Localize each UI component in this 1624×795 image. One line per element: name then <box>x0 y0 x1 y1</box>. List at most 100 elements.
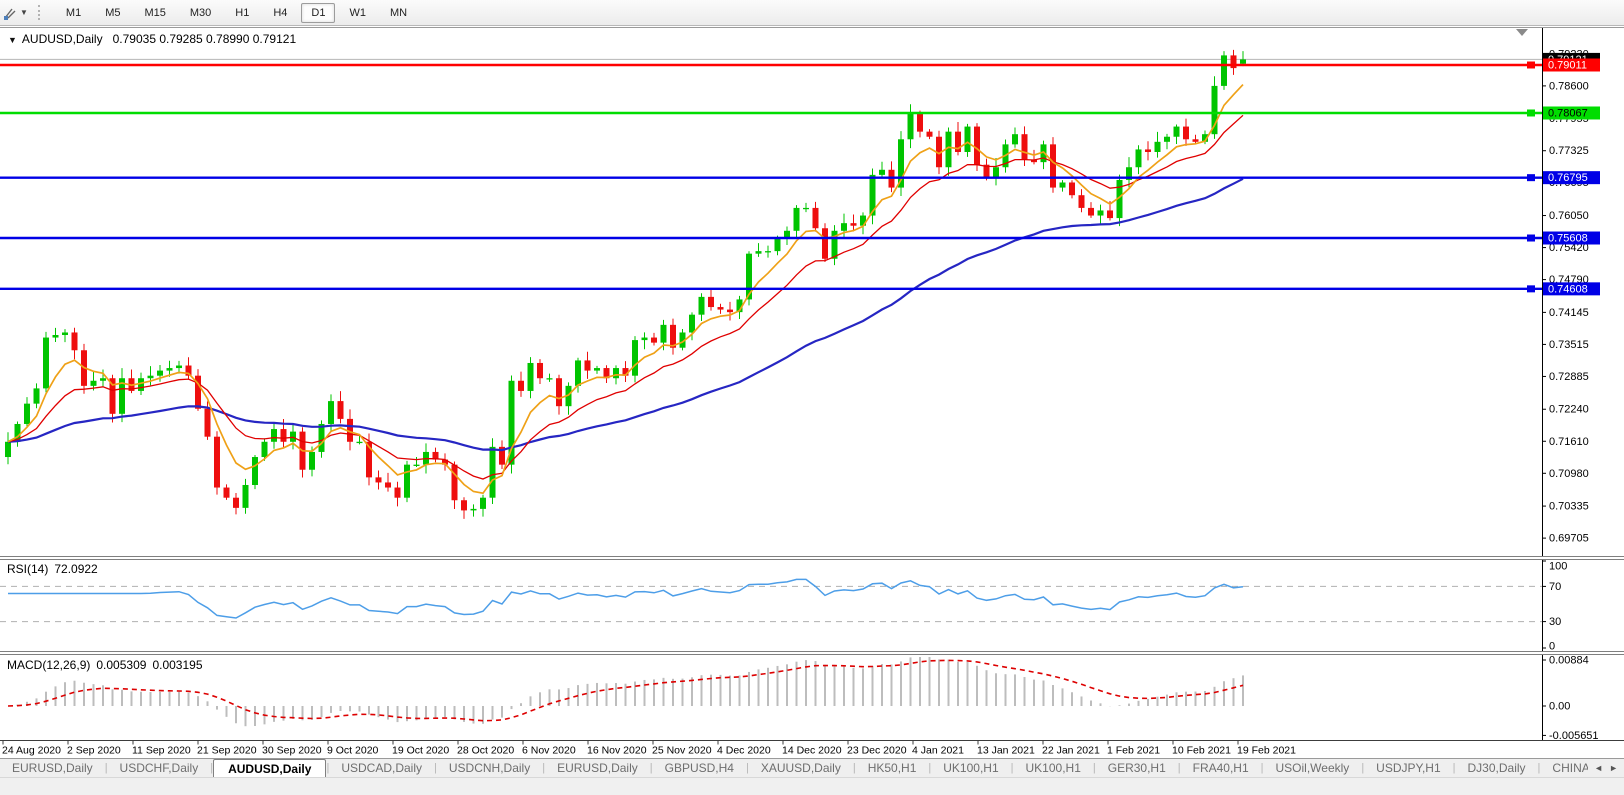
macd-indicator-label: MACD(12,26,9) 0.005309 0.003195 <box>7 658 203 672</box>
panel-separator[interactable] <box>0 651 1624 655</box>
svg-text:0.71610: 0.71610 <box>1549 436 1589 448</box>
chart-tab-uk100-h1[interactable]: UK100,H1 <box>1014 759 1093 777</box>
chart-tab-dj30-daily[interactable]: DJ30,Daily <box>1456 759 1538 777</box>
rsi-panel-chart[interactable]: 100 70 30 0 <box>0 560 1624 651</box>
svg-text:0.76795: 0.76795 <box>1548 172 1588 184</box>
chart-tab-usdcnh-daily[interactable]: USDCNH,Daily <box>437 759 542 777</box>
chart-tab-audusd-daily[interactable]: AUDUSD,Daily <box>213 759 327 777</box>
chart-tab-eurusd-daily[interactable]: EURUSD,Daily <box>0 759 105 777</box>
svg-text:23 Dec 2020: 23 Dec 2020 <box>847 745 907 757</box>
chart-tab-gbpusd-h4[interactable]: GBPUSD,H4 <box>653 759 746 777</box>
chart-tab-ger30-h1[interactable]: GER30,H1 <box>1096 759 1178 777</box>
candles <box>5 49 1246 519</box>
svg-text:25 Nov 2020: 25 Nov 2020 <box>652 745 712 757</box>
svg-text:0.79011: 0.79011 <box>1548 60 1587 72</box>
svg-text:6 Nov 2020: 6 Nov 2020 <box>522 745 576 757</box>
chart-tabs-bar: EURUSD,Daily | USDCHF,Daily | AUDUSD,Daily | U… <box>0 758 1624 777</box>
svg-text:0.74145: 0.74145 <box>1549 307 1589 319</box>
rsi-line <box>8 578 1244 619</box>
svg-text:1 Feb 2021: 1 Feb 2021 <box>1107 745 1160 757</box>
svg-text:22 Jan 2021: 22 Jan 2021 <box>1042 745 1100 757</box>
chart-tab-usoil-weekly[interactable]: USOil,Weekly <box>1264 759 1362 777</box>
period-button-m1[interactable]: M1 <box>56 3 91 23</box>
svg-text:70: 70 <box>1549 581 1561 593</box>
svg-text:0.78600: 0.78600 <box>1549 80 1589 92</box>
svg-text:16 Nov 2020: 16 Nov 2020 <box>587 745 647 757</box>
period-button-h4[interactable]: H4 <box>263 3 297 23</box>
svg-text:11 Sep 2020: 11 Sep 2020 <box>132 745 191 757</box>
time-axis[interactable]: 24 Aug 2020 2 Sep 2020 11 Sep 2020 21 Sep 2… <box>0 740 1624 758</box>
svg-text:4 Dec 2020: 4 Dec 2020 <box>717 745 771 757</box>
level-line-handle[interactable] <box>1527 234 1535 242</box>
chart-tab-usdcad-daily[interactable]: USDCAD,Daily <box>329 759 434 777</box>
svg-text:28 Oct 2020: 28 Oct 2020 <box>457 745 514 757</box>
period-button-h1[interactable]: H1 <box>225 3 259 23</box>
indicator-collapse-icon[interactable]: ▼ <box>8 35 17 45</box>
chart-tab-uk100-h1[interactable]: UK100,H1 <box>931 759 1010 777</box>
level-line-handle[interactable] <box>1527 61 1535 69</box>
level-line-handle[interactable] <box>1527 285 1535 293</box>
period-button-m15[interactable]: M15 <box>134 3 175 23</box>
chart-ohlc-values: 0.79035 0.79285 0.78990 0.79121 <box>112 32 297 46</box>
svg-text:0.72240: 0.72240 <box>1549 404 1589 416</box>
tabs-scroll-left-icon[interactable]: ◄ <box>1594 763 1603 773</box>
svg-text:0.78067: 0.78067 <box>1548 107 1588 119</box>
ma-slow-line <box>7 177 1244 452</box>
tabs-scroll-right-icon[interactable]: ► <box>1609 763 1618 773</box>
chart-symbol-label: AUDUSD,Daily <box>21 32 103 46</box>
period-button-w1[interactable]: W1 <box>339 3 376 23</box>
svg-text:0.74608: 0.74608 <box>1548 283 1588 295</box>
svg-text:0.77325: 0.77325 <box>1549 145 1589 157</box>
svg-text:0.76050: 0.76050 <box>1549 210 1589 222</box>
main-price-chart[interactable]: 0.792300.786000.779550.773250.766950.760… <box>0 28 1624 556</box>
period-button-d1[interactable]: D1 <box>301 2 336 23</box>
ma-mid-line <box>7 114 1244 480</box>
svg-text:24 Aug 2020: 24 Aug 2020 <box>2 745 61 757</box>
svg-text:19 Oct 2020: 19 Oct 2020 <box>392 745 449 757</box>
period-button-m30[interactable]: M30 <box>180 3 221 23</box>
period-button-m5[interactable]: M5 <box>95 3 130 23</box>
rsi-indicator-label: RSI(14) 72.0922 <box>7 562 98 576</box>
svg-text:9 Oct 2020: 9 Oct 2020 <box>327 745 379 757</box>
timeframe-buttons: M1 M5 M15 M30 H1 H4 D1 W1 MN <box>54 2 419 23</box>
status-bar <box>0 777 1624 795</box>
svg-text:21 Sep 2020: 21 Sep 2020 <box>197 745 257 757</box>
chart-tab-fra40-h1[interactable]: FRA40,H1 <box>1181 759 1261 777</box>
svg-text:0.70335: 0.70335 <box>1549 501 1589 513</box>
svg-text:0.73515: 0.73515 <box>1549 339 1589 351</box>
svg-text:0.70980: 0.70980 <box>1549 468 1589 480</box>
svg-text:30 Sep 2020: 30 Sep 2020 <box>262 745 322 757</box>
level-line-handle[interactable] <box>1527 174 1535 182</box>
period-button-mn[interactable]: MN <box>380 3 417 23</box>
svg-text:14 Dec 2020: 14 Dec 2020 <box>782 745 842 757</box>
svg-text:0.69705: 0.69705 <box>1549 533 1589 545</box>
top-toolbar: ▼ M1 M5 M15 M30 H1 H4 D1 W1 MN <box>0 0 1624 26</box>
svg-text:0.75608: 0.75608 <box>1548 233 1588 245</box>
svg-text:19 Feb 2021: 19 Feb 2021 <box>1237 745 1296 757</box>
toolbar-grip[interactable] <box>37 5 44 20</box>
chart-tabs: EURUSD,Daily | USDCHF,Daily | AUDUSD,Daily | U… <box>0 759 1588 777</box>
macd-panel-chart[interactable]: 0.00884 0.00 -0.005651 <box>0 655 1624 740</box>
svg-text:0.00: 0.00 <box>1549 701 1570 713</box>
chart-title: ▼ AUDUSD,Daily 0.79035 0.79285 0.78990 0.7… <box>8 32 296 46</box>
svg-text:2 Sep 2020: 2 Sep 2020 <box>67 745 121 757</box>
tool-dropdown-caret-icon[interactable]: ▼ <box>20 8 28 17</box>
chart-tab-eurusd-daily[interactable]: EURUSD,Daily <box>545 759 650 777</box>
svg-text:30: 30 <box>1549 616 1561 628</box>
svg-text:4 Jan 2021: 4 Jan 2021 <box>912 745 964 757</box>
chart-tab-xauusd-daily[interactable]: XAUUSD,Daily <box>749 759 853 777</box>
svg-text:0.00884: 0.00884 <box>1549 655 1589 667</box>
chart-tab-usdjpy-h1[interactable]: USDJPY,H1 <box>1364 759 1452 777</box>
chart-shift-marker-icon[interactable] <box>1516 29 1528 36</box>
svg-text:-0.005651: -0.005651 <box>1549 730 1599 740</box>
chart-cursor-tool-icon[interactable] <box>2 5 20 21</box>
chart-tab-china300-h1[interactable]: CHINA300,H1 <box>1540 759 1588 777</box>
svg-text:13 Jan 2021: 13 Jan 2021 <box>977 745 1035 757</box>
panel-separator[interactable] <box>0 556 1624 560</box>
chart-tab-usdchf-daily[interactable]: USDCHF,Daily <box>108 759 211 777</box>
svg-text:0.72885: 0.72885 <box>1549 371 1589 383</box>
level-line-handle[interactable] <box>1527 109 1535 117</box>
svg-text:0: 0 <box>1549 641 1555 652</box>
chart-tab-hk50-h1[interactable]: HK50,H1 <box>856 759 929 777</box>
svg-text:100: 100 <box>1549 561 1567 573</box>
